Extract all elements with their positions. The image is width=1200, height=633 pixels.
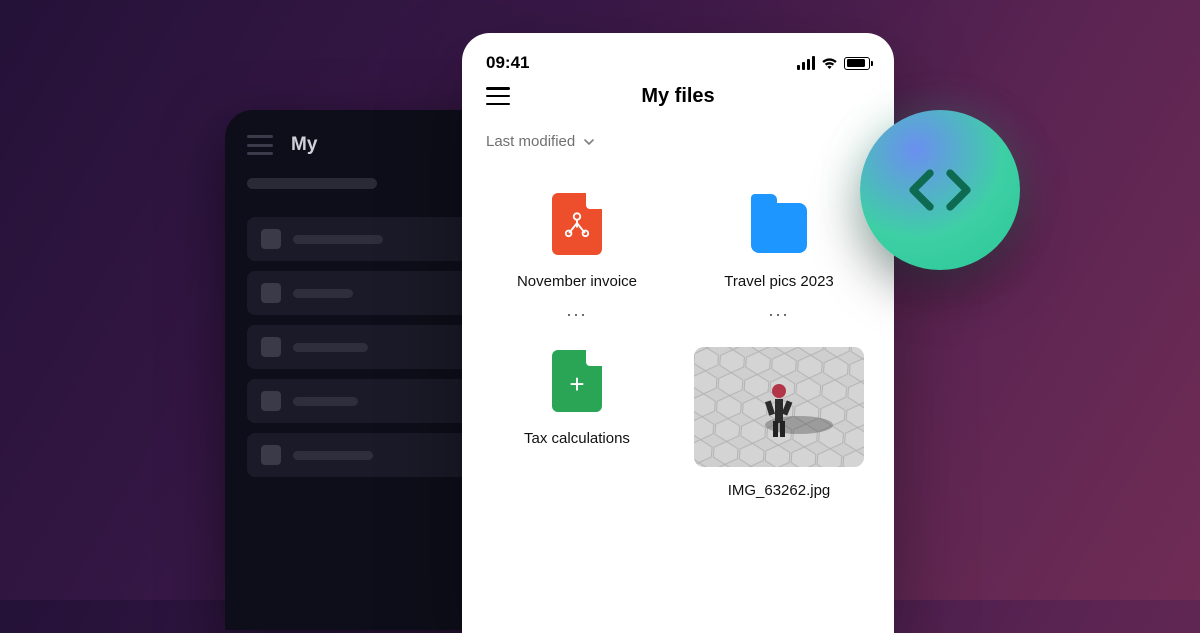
- folder-icon: [751, 203, 807, 253]
- image-thumbnail: [694, 347, 864, 467]
- file-more-button[interactable]: ...: [566, 306, 587, 315]
- statusbar-time: 09:41: [486, 53, 529, 73]
- code-badge-icon: [860, 110, 1020, 270]
- page-title: My files: [641, 85, 714, 108]
- menu-icon: [247, 135, 273, 155]
- statusbar: 09:41: [486, 53, 870, 73]
- file-grid: November invoice ... Travel pics 2023 ..…: [486, 190, 870, 502]
- file-tile-folder[interactable]: Travel pics 2023 ...: [688, 190, 870, 315]
- chevron-down-icon: [583, 136, 595, 148]
- file-name: IMG_63262.jpg: [728, 481, 831, 501]
- spreadsheet-file-icon: +: [552, 350, 602, 412]
- app-header: My files: [486, 87, 870, 105]
- placeholder-line: [247, 178, 377, 189]
- cellular-signal-icon: [797, 56, 815, 70]
- file-tile-image[interactable]: IMG_63262.jpg: [688, 347, 870, 501]
- menu-button[interactable]: [486, 87, 510, 105]
- file-tile-sheet[interactable]: + Tax calculations: [486, 347, 668, 501]
- file-tile-pdf[interactable]: November invoice ...: [486, 190, 668, 315]
- file-name: Travel pics 2023: [724, 272, 834, 292]
- file-more-button[interactable]: ...: [768, 306, 789, 315]
- sort-dropdown[interactable]: Last modified: [486, 133, 870, 150]
- file-name: Tax calculations: [524, 429, 630, 449]
- phone-mockup: 09:41 My files Last modified November in…: [462, 33, 894, 633]
- pdf-file-icon: [552, 193, 602, 255]
- wifi-icon: [821, 57, 838, 70]
- battery-icon: [844, 57, 870, 70]
- background-title-partial: My: [291, 134, 317, 156]
- sort-label: Last modified: [486, 133, 575, 150]
- file-name: November invoice: [517, 272, 637, 292]
